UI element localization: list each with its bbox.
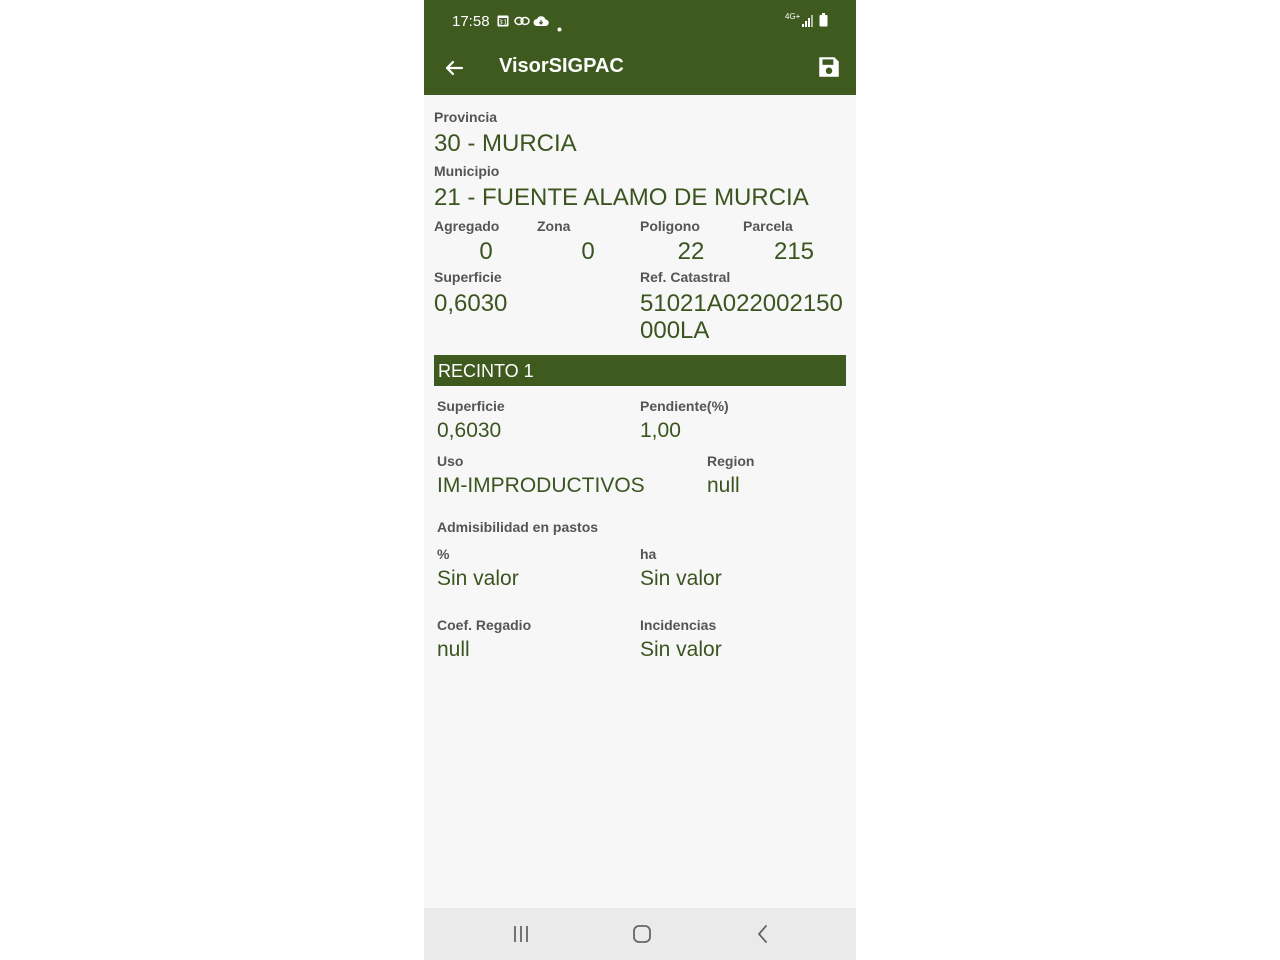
ref-catastral-line1: 51021A022002150 <box>640 290 843 317</box>
svg-text:31: 31 <box>499 19 508 27</box>
incidencias-value: Sin valor <box>640 638 722 661</box>
app-bar: VisorSIGPAC <box>424 44 856 95</box>
arrow-left-icon <box>445 60 464 76</box>
superficie-value: 0,6030 <box>434 290 508 317</box>
back-button[interactable] <box>440 53 470 83</box>
admisibilidad-ha-label: ha <box>640 546 657 562</box>
coef-regadio-value: null <box>437 638 470 661</box>
admisibilidad-pct-label: % <box>437 546 450 562</box>
provincia-label: Provincia <box>434 109 498 125</box>
calendar-icon: 31 <box>497 14 509 32</box>
app-title: VisorSIGPAC <box>499 55 624 77</box>
save-button[interactable] <box>816 54 842 80</box>
status-bar: 17:58 31 4G+ <box>424 0 856 44</box>
pendiente-value: 1,00 <box>640 419 681 442</box>
admisibilidad-ha-value: Sin valor <box>640 567 722 590</box>
system-nav-bar <box>424 908 856 960</box>
home-button[interactable] <box>629 922 655 946</box>
poligono-value: 22 <box>677 238 705 265</box>
uso-value: IM-IMPRODUCTIVOS <box>437 474 645 497</box>
back-nav-icon <box>758 925 767 943</box>
network-type-label: 4G+ <box>785 12 801 21</box>
superficie-label: Superficie <box>434 269 502 285</box>
recent-apps-button[interactable] <box>508 922 534 946</box>
admisibilidad-pct-value: Sin valor <box>437 567 519 590</box>
ref-catastral-line2: 000LA <box>640 317 710 344</box>
poligono-label: Poligono <box>640 218 700 234</box>
municipio-value: 21 - FUENTE ALAMO DE MURCIA <box>434 184 809 211</box>
recinto-header-title: RECINTO 1 <box>438 361 534 381</box>
save-icon <box>819 57 839 77</box>
cloud-icon <box>533 14 549 32</box>
coef-regadio-label: Coef. Regadio <box>437 617 532 633</box>
admisibilidad-label: Admisibilidad en pastos <box>437 519 599 535</box>
zona-label: Zona <box>537 218 571 234</box>
status-time: 17:58 <box>452 13 490 30</box>
recent-apps-icon <box>514 926 528 942</box>
home-icon <box>633 925 651 943</box>
signal-icon <box>802 14 814 32</box>
agregado-value: 0 <box>479 238 493 265</box>
zona-value: 0 <box>581 238 595 265</box>
uso-label: Uso <box>437 453 464 469</box>
battery-icon <box>819 13 828 32</box>
municipio-label: Municipio <box>434 163 500 179</box>
notification-dot-icon <box>557 19 562 37</box>
ref-catastral-label: Ref. Catastral <box>640 269 731 285</box>
recinto-superficie-label: Superficie <box>437 398 505 414</box>
pendiente-label: Pendiente(%) <box>640 398 729 414</box>
link-icon <box>514 14 530 32</box>
back-nav-button[interactable] <box>750 922 776 946</box>
recinto-header: RECINTO 1 <box>434 355 846 386</box>
parcela-value: 215 <box>773 238 815 265</box>
agregado-label: Agregado <box>434 218 500 234</box>
incidencias-label: Incidencias <box>640 617 717 633</box>
phone-screen: 17:58 31 4G+ VisorSIGPAC Provincia 30 - … <box>424 0 856 960</box>
region-label: Region <box>707 453 755 469</box>
region-value: null <box>707 474 740 497</box>
provincia-value: 30 - MURCIA <box>434 130 577 157</box>
recinto-superficie-value: 0,6030 <box>437 419 502 442</box>
parcela-label: Parcela <box>743 218 793 234</box>
